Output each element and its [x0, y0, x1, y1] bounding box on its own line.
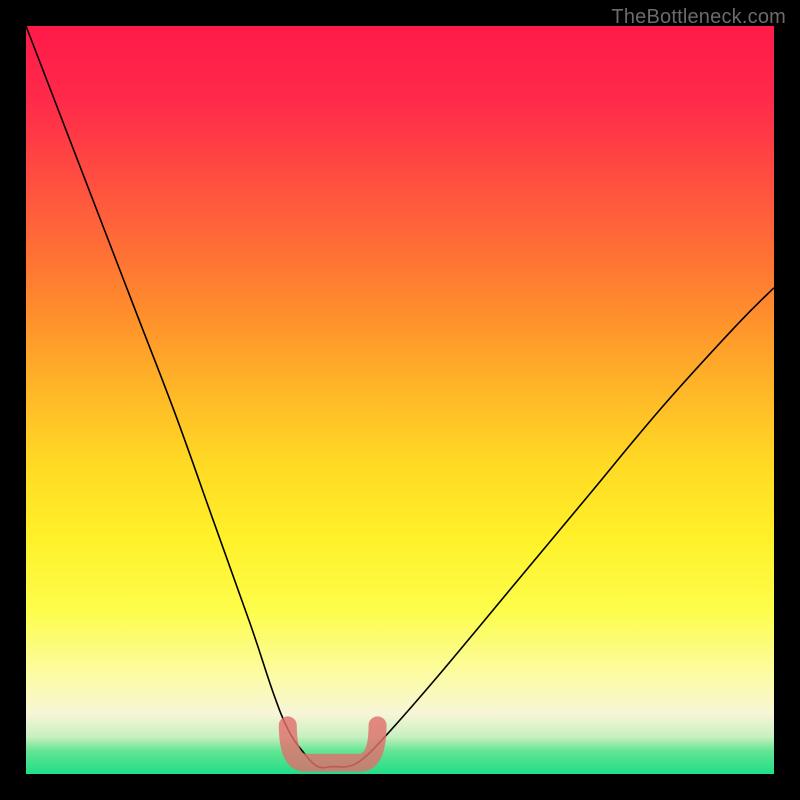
watermark-text: TheBottleneck.com: [611, 6, 786, 29]
chart-svg: [26, 26, 774, 774]
chart-frame: TheBottleneck.com: [0, 0, 800, 800]
chart-plot-area: [26, 26, 774, 774]
bottleneck-curve: [26, 26, 774, 768]
minimum-marker: [288, 725, 378, 762]
